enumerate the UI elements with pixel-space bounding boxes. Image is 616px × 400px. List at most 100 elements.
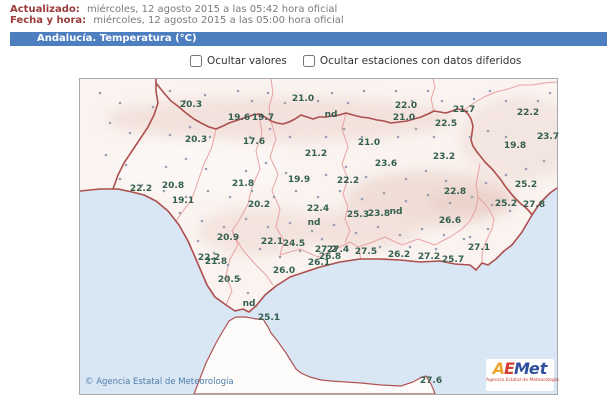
station-dot <box>504 99 508 103</box>
station-dot <box>414 127 418 131</box>
hide-stations-label: Ocultar estaciones con datos diferidos <box>319 55 522 67</box>
station-dot <box>548 91 552 95</box>
station-dot <box>426 193 430 197</box>
station-dot <box>278 255 282 259</box>
hide-values-checkbox[interactable] <box>190 55 202 67</box>
station-dot <box>222 225 226 229</box>
station-dot <box>203 93 207 97</box>
logo-letter-e: E <box>504 359 515 378</box>
station-dot <box>332 223 336 227</box>
station-dot <box>104 153 108 157</box>
station-dot <box>266 91 270 95</box>
station-dot <box>274 313 278 317</box>
station-dot <box>212 251 216 255</box>
hide-values-control[interactable]: Ocultar valores <box>190 55 287 67</box>
station-dot <box>164 165 168 169</box>
updated-line: Actualizado: miércoles, 12 agosto 2015 a… <box>10 4 337 15</box>
station-dot <box>272 195 276 199</box>
station-dot <box>504 135 508 139</box>
station-dot <box>128 131 132 135</box>
station-dot <box>420 227 424 231</box>
station-dot <box>124 163 128 167</box>
hide-stations-checkbox[interactable] <box>302 55 315 67</box>
station-dot <box>196 239 200 243</box>
station-dot <box>338 189 342 193</box>
hide-stations-control[interactable]: Ocultar estaciones con datos diferidos <box>302 55 522 67</box>
station-dot <box>468 135 472 139</box>
station-dot <box>376 225 380 229</box>
station-dot <box>472 97 476 101</box>
station-dot <box>108 121 112 125</box>
station-dot <box>248 135 252 139</box>
station-dot <box>504 173 508 177</box>
station-dot <box>316 195 320 199</box>
station-dot <box>266 225 270 229</box>
station-dot <box>168 133 172 137</box>
station-dot <box>162 189 166 193</box>
station-dot <box>404 199 408 203</box>
station-dot <box>470 195 474 199</box>
station-dot <box>268 127 272 131</box>
station-dot <box>188 125 192 129</box>
station-dot <box>298 249 302 253</box>
logo-letters-et: et <box>528 359 548 378</box>
station-dot <box>542 159 546 163</box>
station-dot <box>316 99 320 103</box>
station-dot <box>524 167 528 171</box>
station-dot <box>264 161 268 165</box>
station-dot <box>246 291 250 295</box>
station-dot <box>228 195 232 199</box>
logo-letter-m: M <box>513 359 530 378</box>
station-dot <box>508 209 512 213</box>
map-canvas <box>80 79 557 394</box>
station-dot <box>488 89 492 93</box>
station-dot <box>98 91 102 95</box>
station-dot <box>178 211 182 215</box>
station-dot <box>183 99 187 103</box>
updated-label: Actualizado: <box>10 4 80 15</box>
datetime-value: miércoles, 12 agosto 2015 a las 05:00 ho… <box>93 15 344 26</box>
station-dot <box>151 105 155 109</box>
station-dot <box>184 157 188 161</box>
station-dot <box>200 219 204 223</box>
station-dot <box>206 189 210 193</box>
datetime-label: Fecha y hora: <box>10 15 87 26</box>
station-dot <box>410 99 414 103</box>
station-dot <box>434 247 438 251</box>
station-dot <box>238 277 242 281</box>
station-dot <box>250 99 254 103</box>
station-dot <box>394 89 398 93</box>
station-dot <box>324 173 328 177</box>
station-dot <box>140 183 144 187</box>
station-dot <box>320 237 324 241</box>
station-dot <box>484 181 488 185</box>
station-dot <box>448 201 452 205</box>
station-dot <box>244 217 248 221</box>
station-dot <box>398 233 402 237</box>
station-dot <box>404 177 408 181</box>
station-dot <box>396 135 400 139</box>
station-dot <box>284 171 288 175</box>
station-dot <box>288 221 292 225</box>
station-dot <box>486 227 490 231</box>
station-dot <box>208 135 212 139</box>
station-dot <box>364 175 368 179</box>
station-dot <box>118 177 122 181</box>
station-dot <box>490 203 494 207</box>
station-dot <box>118 101 122 105</box>
station-dot <box>250 189 254 193</box>
station-dot <box>310 229 314 233</box>
station-dot <box>536 99 540 103</box>
station-dot <box>540 133 544 137</box>
page-title: Andalucía. Temperatura (°C) <box>10 32 607 46</box>
datetime-line: Fecha y hora: miércoles, 12 agosto 2015 … <box>10 15 344 26</box>
aemet-logo-word: AEMet <box>486 360 554 378</box>
station-dot <box>354 231 358 235</box>
logo-letter-a: A <box>492 359 505 378</box>
station-dot <box>362 89 366 93</box>
station-dot <box>288 135 292 139</box>
station-dot <box>424 169 428 173</box>
station-dot <box>468 235 472 239</box>
updated-value: miércoles, 12 agosto 2015 a las 05:42 ho… <box>86 4 338 15</box>
station-dot <box>462 237 466 241</box>
